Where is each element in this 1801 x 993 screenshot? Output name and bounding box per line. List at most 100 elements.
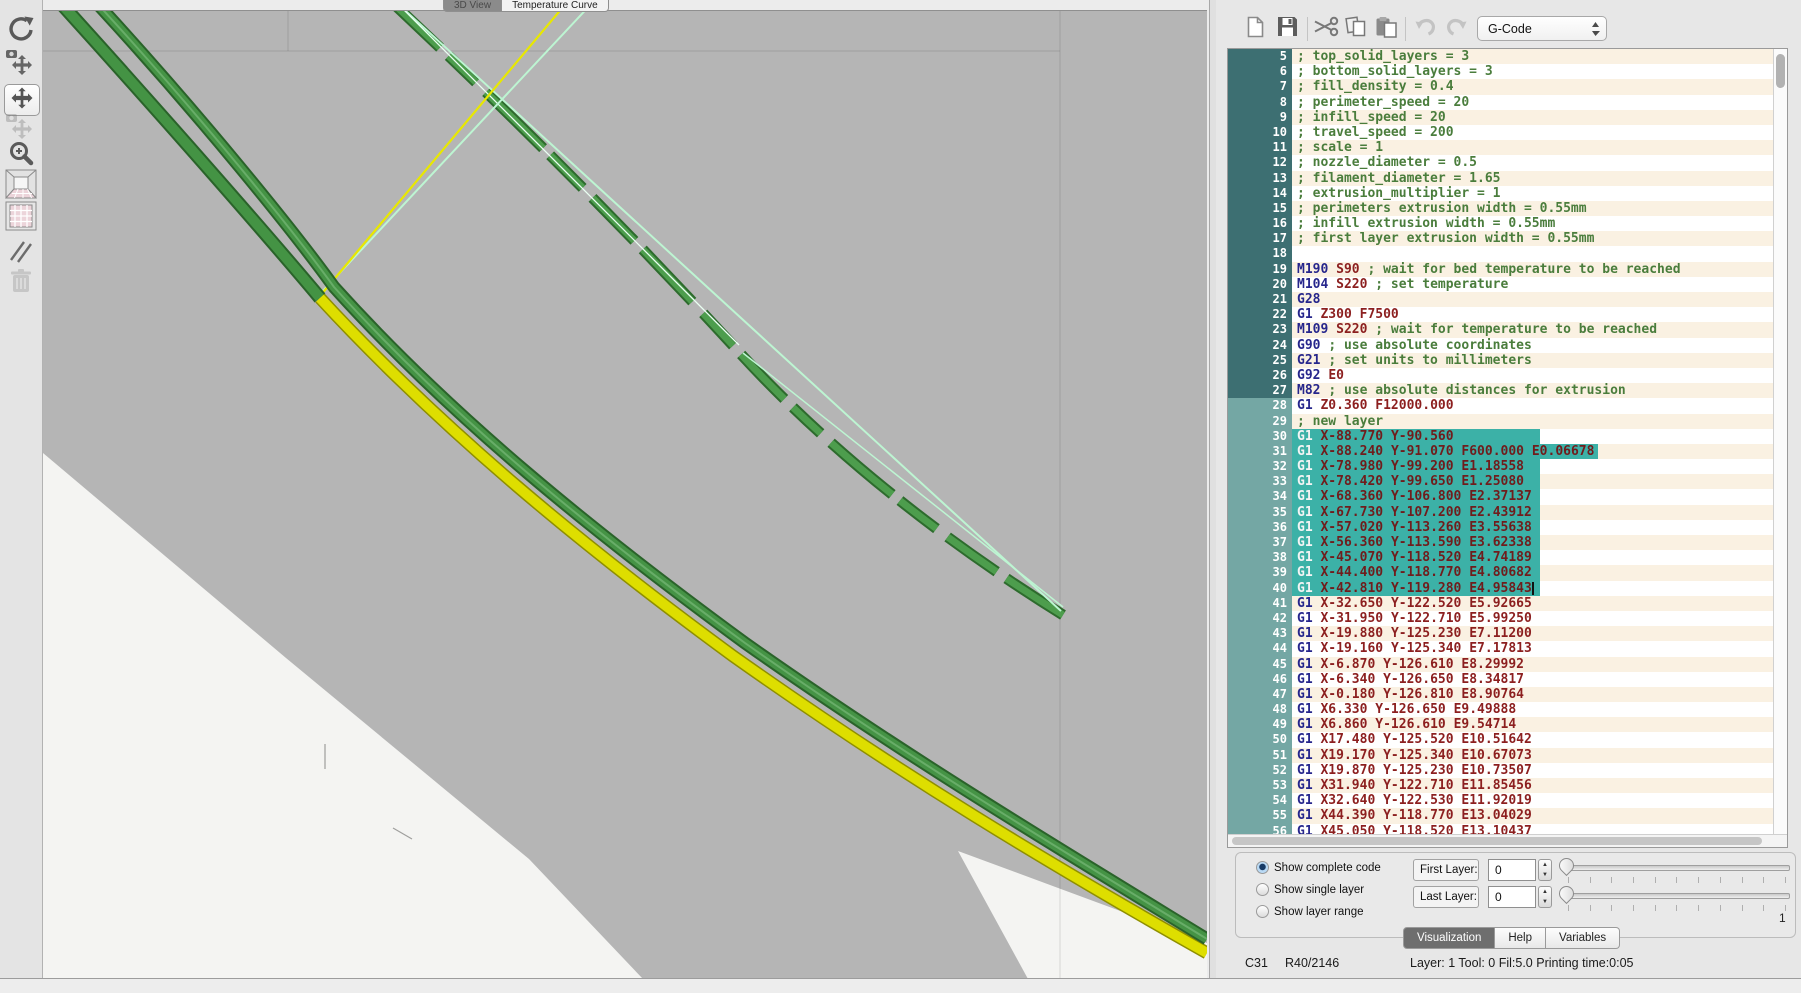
gcode-line[interactable]: 14; extrusion_multiplier = 1 (1228, 186, 1774, 201)
gcode-line[interactable]: 44G1 X-19.160 Y-125.340 E7.17813 (1228, 641, 1774, 656)
gcode-line[interactable]: 11; scale = 1 (1228, 140, 1774, 155)
gcode-line[interactable]: 37G1 X-56.360 Y-113.590 E3.62338 (1228, 535, 1774, 550)
save-button[interactable] (1273, 16, 1301, 42)
gcode-line[interactable]: 43G1 X-19.880 Y-125.230 E7.11200 (1228, 626, 1774, 641)
gcode-type-dropdown[interactable]: G-Code (1477, 16, 1607, 41)
gcode-line[interactable]: 15; perimeters extrusion width = 0.55mm (1228, 201, 1774, 216)
horizontal-scrollbar[interactable] (1228, 834, 1787, 847)
perspective-view-button[interactable] (4, 170, 38, 202)
gcode-line[interactable]: 23M109 S220 ; wait for temperature to be… (1228, 322, 1774, 337)
vscroll-thumb[interactable] (1776, 54, 1785, 88)
radio-show-complete-code[interactable]: Show complete code (1256, 861, 1381, 874)
gcode-line[interactable]: 52G1 X19.870 Y-125.230 E10.73507 (1228, 763, 1774, 778)
top-view-button[interactable] (4, 202, 38, 234)
gcode-line[interactable]: 6; bottom_solid_layers = 3 (1228, 64, 1774, 79)
gcode-line[interactable]: 34G1 X-68.360 Y-106.800 E2.37137 (1228, 489, 1774, 504)
gcode-line[interactable]: 19M190 S90 ; wait for bed temperature to… (1228, 262, 1774, 277)
tab-visualization[interactable]: Visualization (1403, 927, 1495, 949)
tab-help[interactable]: Help (1495, 927, 1546, 949)
gcode-line[interactable]: 7; fill_density = 0.4 (1228, 79, 1774, 94)
gcode-line[interactable]: 13; filament_diameter = 1.65 (1228, 171, 1774, 186)
hscroll-thumb[interactable] (1232, 837, 1762, 845)
gcode-line[interactable]: 48G1 X6.330 Y-126.650 E9.49888 (1228, 702, 1774, 717)
gcode-line[interactable]: 46G1 X-6.340 Y-126.650 E8.34817 (1228, 672, 1774, 687)
first-layer-stepper[interactable]: ▲▼ (1538, 859, 1552, 881)
gcode-line[interactable]: 50G1 X17.480 Y-125.520 E10.51642 (1228, 732, 1774, 747)
gcode-line[interactable]: 29; new layer (1228, 414, 1774, 429)
gcode-line[interactable]: 54G1 X32.640 Y-122.530 E11.92019 (1228, 793, 1774, 808)
gcode-line[interactable]: 35G1 X-67.730 Y-107.200 E2.43912 (1228, 505, 1774, 520)
gcode-line[interactable]: 30G1 X-88.770 Y-90.560 (1228, 429, 1774, 444)
gcode-line[interactable]: 42G1 X-31.950 Y-122.710 E5.99250 (1228, 611, 1774, 626)
gcode-token: E11.92019 (1461, 793, 1531, 808)
gcode-line[interactable]: 36G1 X-57.020 Y-113.260 E3.55638 (1228, 520, 1774, 535)
gcode-line[interactable]: 31G1 X-88.240 Y-91.070 F600.000 E0.06678 (1228, 444, 1774, 459)
gcode-line[interactable]: 41G1 X-32.650 Y-122.520 E5.92665 (1228, 596, 1774, 611)
copy-button[interactable] (1342, 16, 1370, 42)
gcode-token: G1 (1297, 550, 1320, 565)
new-file-button[interactable] (1241, 16, 1269, 42)
gcode-line[interactable]: 24G90 ; use absolute coordinates (1228, 338, 1774, 353)
gcode-line[interactable]: 22G1 Z300 F7500 (1228, 307, 1774, 322)
slider-thumb[interactable] (1556, 855, 1577, 876)
cross-section-button[interactable] (4, 238, 38, 268)
gcode-line[interactable]: 25G21 ; set units to millimeters (1228, 353, 1774, 368)
cut-button[interactable] (1312, 16, 1340, 42)
tab-3d-view[interactable]: 3D View (443, 0, 502, 12)
gcode-line[interactable]: 33G1 X-78.420 Y-99.650 E1.25080 (1228, 474, 1774, 489)
gcode-line[interactable]: 16; infill extrusion width = 0.55mm (1228, 216, 1774, 231)
gcode-line[interactable]: 27M82 ; use absolute distances for extru… (1228, 383, 1774, 398)
gcode-editor[interactable]: 5; top_solid_layers = 36; bottom_solid_l… (1227, 48, 1788, 848)
gcode-token: ; extrusion_multiplier = 1 (1297, 186, 1501, 201)
radio-show-single-layer[interactable]: Show single layer (1256, 883, 1364, 896)
pan-camera-button[interactable] (4, 50, 38, 82)
move-object-button[interactable] (4, 84, 40, 116)
radio-button-icon[interactable] (1256, 883, 1269, 896)
gcode-line[interactable]: 12; nozzle_diameter = 0.5 (1228, 155, 1774, 170)
gcode-line[interactable]: 39G1 X-44.400 Y-118.770 E4.80682 (1228, 565, 1774, 580)
stepper-down-icon: ▼ (1542, 899, 1548, 905)
slider-thumb[interactable] (1556, 883, 1577, 904)
first-layer-slider[interactable] (1562, 857, 1790, 877)
radio-show-layer-range[interactable]: Show layer range (1256, 905, 1364, 918)
tab-temperature-curve[interactable]: Temperature Curve (502, 0, 609, 12)
rotate-view-button[interactable] (4, 16, 38, 46)
3d-viewport[interactable] (43, 10, 1207, 979)
gcode-line[interactable]: 5; top_solid_layers = 3 (1228, 49, 1774, 64)
gcode-line[interactable]: 18 (1228, 246, 1774, 261)
gcode-line[interactable]: 47G1 X-0.180 Y-126.810 E8.90764 (1228, 687, 1774, 702)
gcode-line[interactable]: 20M104 S220 ; set temperature (1228, 277, 1774, 292)
line-number: 19 (1228, 262, 1292, 277)
text-cursor (1532, 582, 1534, 595)
gcode-line[interactable]: 21G28 (1228, 292, 1774, 307)
last-layer-slider[interactable] (1562, 885, 1790, 905)
gcode-line[interactable]: 51G1 X19.170 Y-125.340 E10.67073 (1228, 748, 1774, 763)
gcode-token: Y-126.650 (1375, 702, 1453, 717)
gcode-line[interactable]: 38G1 X-45.070 Y-118.520 E4.74189 (1228, 550, 1774, 565)
radio-button-icon[interactable] (1256, 861, 1269, 874)
gcode-lines[interactable]: 5; top_solid_layers = 36; bottom_solid_l… (1228, 49, 1774, 835)
vertical-scrollbar[interactable] (1773, 49, 1787, 835)
gcode-line[interactable]: 40G1 X-42.810 Y-119.280 E4.95843 (1228, 581, 1774, 596)
radio-button-icon[interactable] (1256, 905, 1269, 918)
toolbar-separator (1405, 17, 1406, 41)
tab-variables[interactable]: Variables (1546, 927, 1620, 949)
line-number: 33 (1228, 474, 1292, 489)
gcode-line[interactable]: 53G1 X31.940 Y-122.710 E11.85456 (1228, 778, 1774, 793)
paste-button[interactable] (1372, 16, 1400, 42)
gcode-line[interactable]: 26G92 E0 (1228, 368, 1774, 383)
last-layer-input[interactable]: 0 (1488, 886, 1536, 908)
zoom-view-button[interactable] (4, 140, 38, 170)
gcode-line[interactable]: 9; infill_speed = 20 (1228, 110, 1774, 125)
gcode-line[interactable]: 10; travel_speed = 200 (1228, 125, 1774, 140)
gcode-line[interactable]: 32G1 X-78.980 Y-99.200 E1.18558 (1228, 459, 1774, 474)
gcode-line[interactable]: 49G1 X6.860 Y-126.610 E9.54714 (1228, 717, 1774, 732)
gcode-line[interactable]: 55G1 X44.390 Y-118.770 E13.04029 (1228, 808, 1774, 823)
gcode-line[interactable]: 45G1 X-6.870 Y-126.610 E8.29992 (1228, 657, 1774, 672)
first-layer-input[interactable]: 0 (1488, 859, 1536, 881)
gcode-line[interactable]: 17; first layer extrusion width = 0.55mm (1228, 231, 1774, 246)
last-layer-stepper[interactable]: ▲▼ (1538, 886, 1552, 908)
gcode-line[interactable]: 28G1 Z0.360 F12000.000 (1228, 398, 1774, 413)
line-number: 6 (1228, 64, 1292, 79)
gcode-line[interactable]: 8; perimeter_speed = 20 (1228, 95, 1774, 110)
